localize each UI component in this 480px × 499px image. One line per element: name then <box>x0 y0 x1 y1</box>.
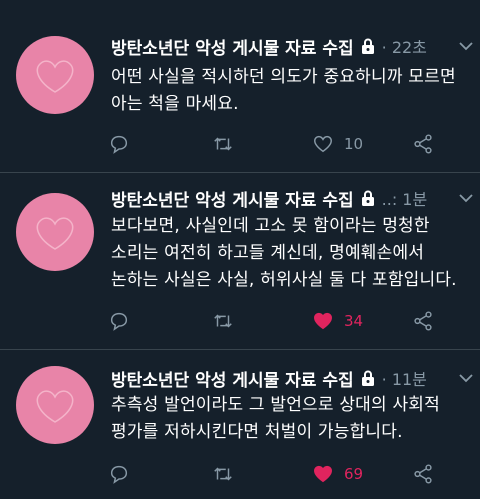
text-line: 어떤 사실을 적시하던 의도가 중요하니까 모르면 <box>111 67 456 87</box>
tweet-header: 방탄소년단 악성 게시물 자료 수집 ..: 1분 <box>111 186 474 210</box>
tweet-2[interactable]: 방탄소년단 악성 게시물 자료 수집 ..: 1분 보다보면, 사실인데 고소 … <box>0 173 480 349</box>
timestamp[interactable]: ..: 1분 <box>382 186 428 210</box>
chevron-down-icon[interactable] <box>458 38 474 54</box>
retweet-icon <box>214 314 232 328</box>
like-count: 10 <box>344 135 364 153</box>
like-button[interactable]: 34 <box>312 308 363 334</box>
like-icon <box>314 465 332 483</box>
heart-avatar-icon <box>36 217 74 250</box>
share-button[interactable] <box>412 461 434 487</box>
retweet-button[interactable] <box>212 308 234 334</box>
text-line: 소리는 여전히 하고들 계신데, 명예훼손에서 <box>111 243 425 263</box>
text-line: 보다보면, 사실인데 고소 못 함이라는 멍청한 <box>111 216 430 236</box>
lock-icon <box>361 190 374 206</box>
avatar[interactable] <box>16 36 94 114</box>
reply-icon <box>110 465 128 484</box>
lock-icon <box>361 370 374 386</box>
reply-button[interactable] <box>108 461 130 487</box>
like-icon <box>314 135 332 153</box>
author-name[interactable]: 방탄소년단 악성 게시물 자료 수집 <box>111 186 354 211</box>
share-button[interactable] <box>412 308 434 334</box>
like-button[interactable]: 69 <box>312 461 363 487</box>
heart-avatar-icon <box>36 390 74 423</box>
retweet-icon <box>214 467 232 481</box>
tweet-1[interactable]: 방탄소년단 악성 게시물 자료 수집 · 22초 어떤 사실을 적시하던 의도가… <box>0 0 480 172</box>
reply-icon <box>110 135 128 154</box>
tweet-header: 방탄소년단 악성 게시물 자료 수집 · 11분 <box>111 366 474 390</box>
timestamp[interactable]: · 22초 <box>382 34 427 58</box>
tweet-text: 보다보면, 사실인데 고소 못 함이라는 멍청한 소리는 여전히 하고들 계신데… <box>111 213 476 294</box>
heart-avatar-icon <box>36 60 74 93</box>
reply-button[interactable] <box>108 308 130 334</box>
lock-icon <box>361 38 374 54</box>
retweet-button[interactable] <box>212 461 234 487</box>
text-line: 평가를 저하시킨다면 처벌이 가능합니다. <box>111 422 403 442</box>
like-count: 34 <box>344 312 364 330</box>
like-icon <box>314 312 332 330</box>
like-button[interactable]: 10 <box>312 131 363 157</box>
reply-button[interactable] <box>108 131 130 157</box>
avatar[interactable] <box>16 193 94 271</box>
reply-icon <box>110 312 128 331</box>
action-bar: 10 <box>108 131 468 157</box>
tweet-header: 방탄소년단 악성 게시물 자료 수집 · 22초 <box>111 34 474 58</box>
tweet-3[interactable]: 방탄소년단 악성 게시물 자료 수집 · 11분 추측성 발언이라도 그 발언으… <box>0 350 480 499</box>
timestamp[interactable]: · 11분 <box>382 366 427 390</box>
share-icon <box>414 311 432 331</box>
action-bar: 34 <box>108 308 468 334</box>
author-name[interactable]: 방탄소년단 악성 게시물 자료 수집 <box>111 34 354 59</box>
chevron-down-icon[interactable] <box>458 190 474 206</box>
share-icon <box>414 464 432 484</box>
retweet-icon <box>214 137 232 151</box>
text-line: 논하는 사실은 사실, 허위사실 둘 다 포함입니다. <box>111 270 457 290</box>
author-name[interactable]: 방탄소년단 악성 게시물 자료 수집 <box>111 366 354 391</box>
share-button[interactable] <box>412 131 434 157</box>
retweet-button[interactable] <box>212 131 234 157</box>
action-bar: 69 <box>108 461 468 487</box>
like-count: 69 <box>344 465 364 483</box>
tweet-text: 추측성 발언이라도 그 발언으로 상대의 사회적 평가를 저하시킨다면 처벌이 … <box>111 392 476 446</box>
avatar[interactable] <box>16 366 94 444</box>
tweet-text: 어떤 사실을 적시하던 의도가 중요하니까 모르면 아는 척을 마세요. <box>111 64 476 118</box>
text-line: 아는 척을 마세요. <box>111 94 239 114</box>
text-line: 추측성 발언이라도 그 발언으로 상대의 사회적 <box>111 395 440 415</box>
share-icon <box>414 134 432 154</box>
chevron-down-icon[interactable] <box>458 370 474 386</box>
